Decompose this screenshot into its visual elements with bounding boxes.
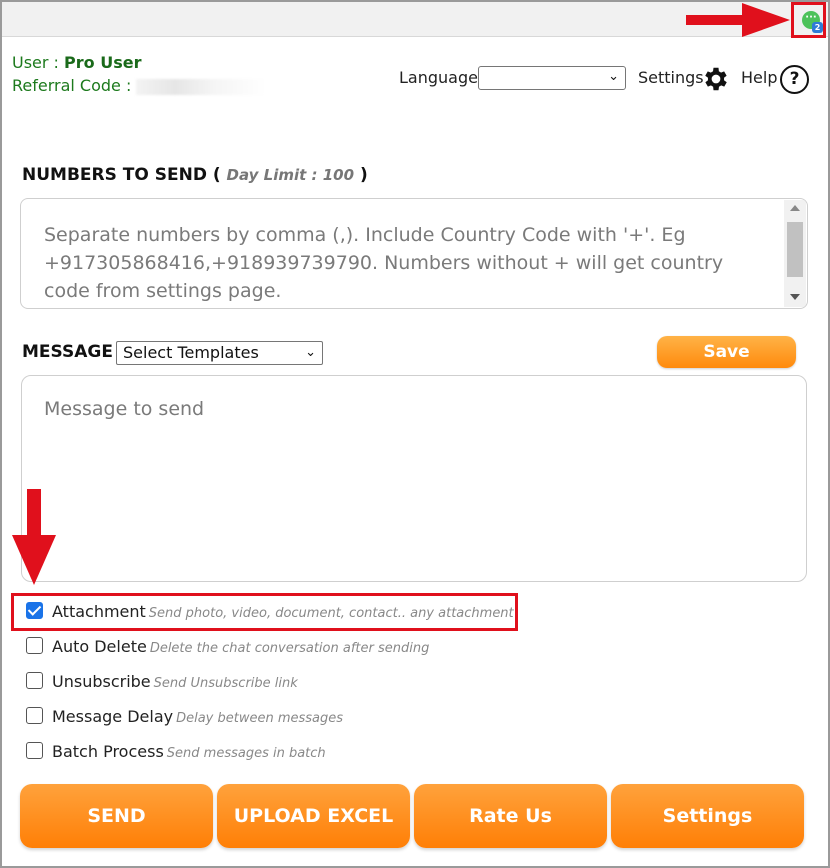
option-unsubscribe[interactable]: Unsubscribe Send Unsubscribe link	[26, 672, 298, 694]
numbers-placeholder: Separate numbers by comma (,). Include C…	[44, 224, 724, 302]
option-desc: Delete the chat conversation after sendi…	[149, 641, 430, 656]
referral-label: Referral Code :	[12, 76, 137, 95]
annotation-arrow-down	[12, 489, 56, 585]
message-placeholder: Message to send	[44, 398, 205, 420]
option-desc: Send messages in batch	[166, 746, 326, 761]
annotation-arrow-right	[686, 3, 790, 37]
user-name: Pro User	[64, 53, 142, 72]
referral-info: Referral Code :	[12, 76, 267, 95]
batch-process-checkbox[interactable]	[26, 742, 43, 759]
scroll-thumb[interactable]	[787, 222, 803, 277]
template-select[interactable]: Select Templates ⌄	[116, 341, 323, 365]
user-info: User : Pro User	[12, 53, 141, 72]
template-select-value: Select Templates	[123, 343, 259, 362]
option-label: Unsubscribe	[52, 672, 151, 691]
message-title: MESSAGE	[22, 342, 113, 362]
unsubscribe-checkbox[interactable]	[26, 672, 43, 689]
option-desc: Delay between messages	[176, 711, 344, 726]
rate-us-button[interactable]: Rate Us	[414, 784, 607, 848]
option-batch-process[interactable]: Batch Process Send messages in batch	[26, 742, 326, 764]
upload-excel-button[interactable]: UPLOAD EXCEL	[217, 784, 410, 848]
message-delay-checkbox[interactable]	[26, 707, 43, 724]
message-textarea[interactable]: Message to send	[21, 375, 807, 582]
option-message-delay[interactable]: Message Delay Delay between messages	[26, 707, 343, 729]
option-desc: Send Unsubscribe link	[153, 676, 298, 691]
scroll-up-icon[interactable]	[790, 205, 800, 211]
language-label: Language	[399, 68, 478, 87]
settings-link[interactable]: Settings	[638, 68, 704, 87]
attachment-checkbox[interactable]	[26, 602, 43, 619]
auto-delete-checkbox[interactable]	[26, 637, 43, 654]
day-limit: Day Limit : 100	[226, 166, 355, 184]
chevron-down-icon: ⌄	[608, 69, 619, 84]
option-label: Message Delay	[52, 707, 174, 726]
send-button[interactable]: SEND	[20, 784, 213, 848]
extension-badge-icon: 2	[812, 22, 823, 33]
option-label: Auto Delete	[52, 637, 147, 656]
numbers-title-text: NUMBERS TO SEND (	[22, 165, 221, 185]
chevron-down-icon: ⌄	[305, 345, 316, 360]
extension-highlight: ··· 2	[791, 2, 826, 38]
option-label: Attachment	[52, 602, 146, 621]
gear-icon[interactable]	[701, 64, 731, 94]
language-select[interactable]: ⌄	[478, 66, 626, 90]
referral-code-redacted	[136, 78, 267, 95]
scroll-down-icon[interactable]	[790, 294, 800, 300]
option-desc: Send photo, video, document, contact.. a…	[148, 606, 514, 621]
user-label: User :	[12, 53, 65, 72]
help-circle-icon[interactable]: ?	[780, 65, 809, 94]
option-attachment[interactable]: Attachment Send photo, video, document, c…	[26, 602, 514, 624]
numbers-textarea[interactable]: Separate numbers by comma (,). Include C…	[20, 198, 808, 309]
numbers-scrollbar[interactable]	[784, 200, 806, 307]
numbers-title-end: )	[359, 165, 368, 185]
numbers-title: NUMBERS TO SEND ( Day Limit : 100 )	[22, 165, 368, 185]
help-link[interactable]: Help	[741, 68, 777, 87]
option-label: Batch Process	[52, 742, 164, 761]
save-button[interactable]: Save	[657, 336, 796, 368]
settings-button[interactable]: Settings	[611, 784, 804, 848]
option-auto-delete[interactable]: Auto Delete Delete the chat conversation …	[26, 637, 429, 659]
